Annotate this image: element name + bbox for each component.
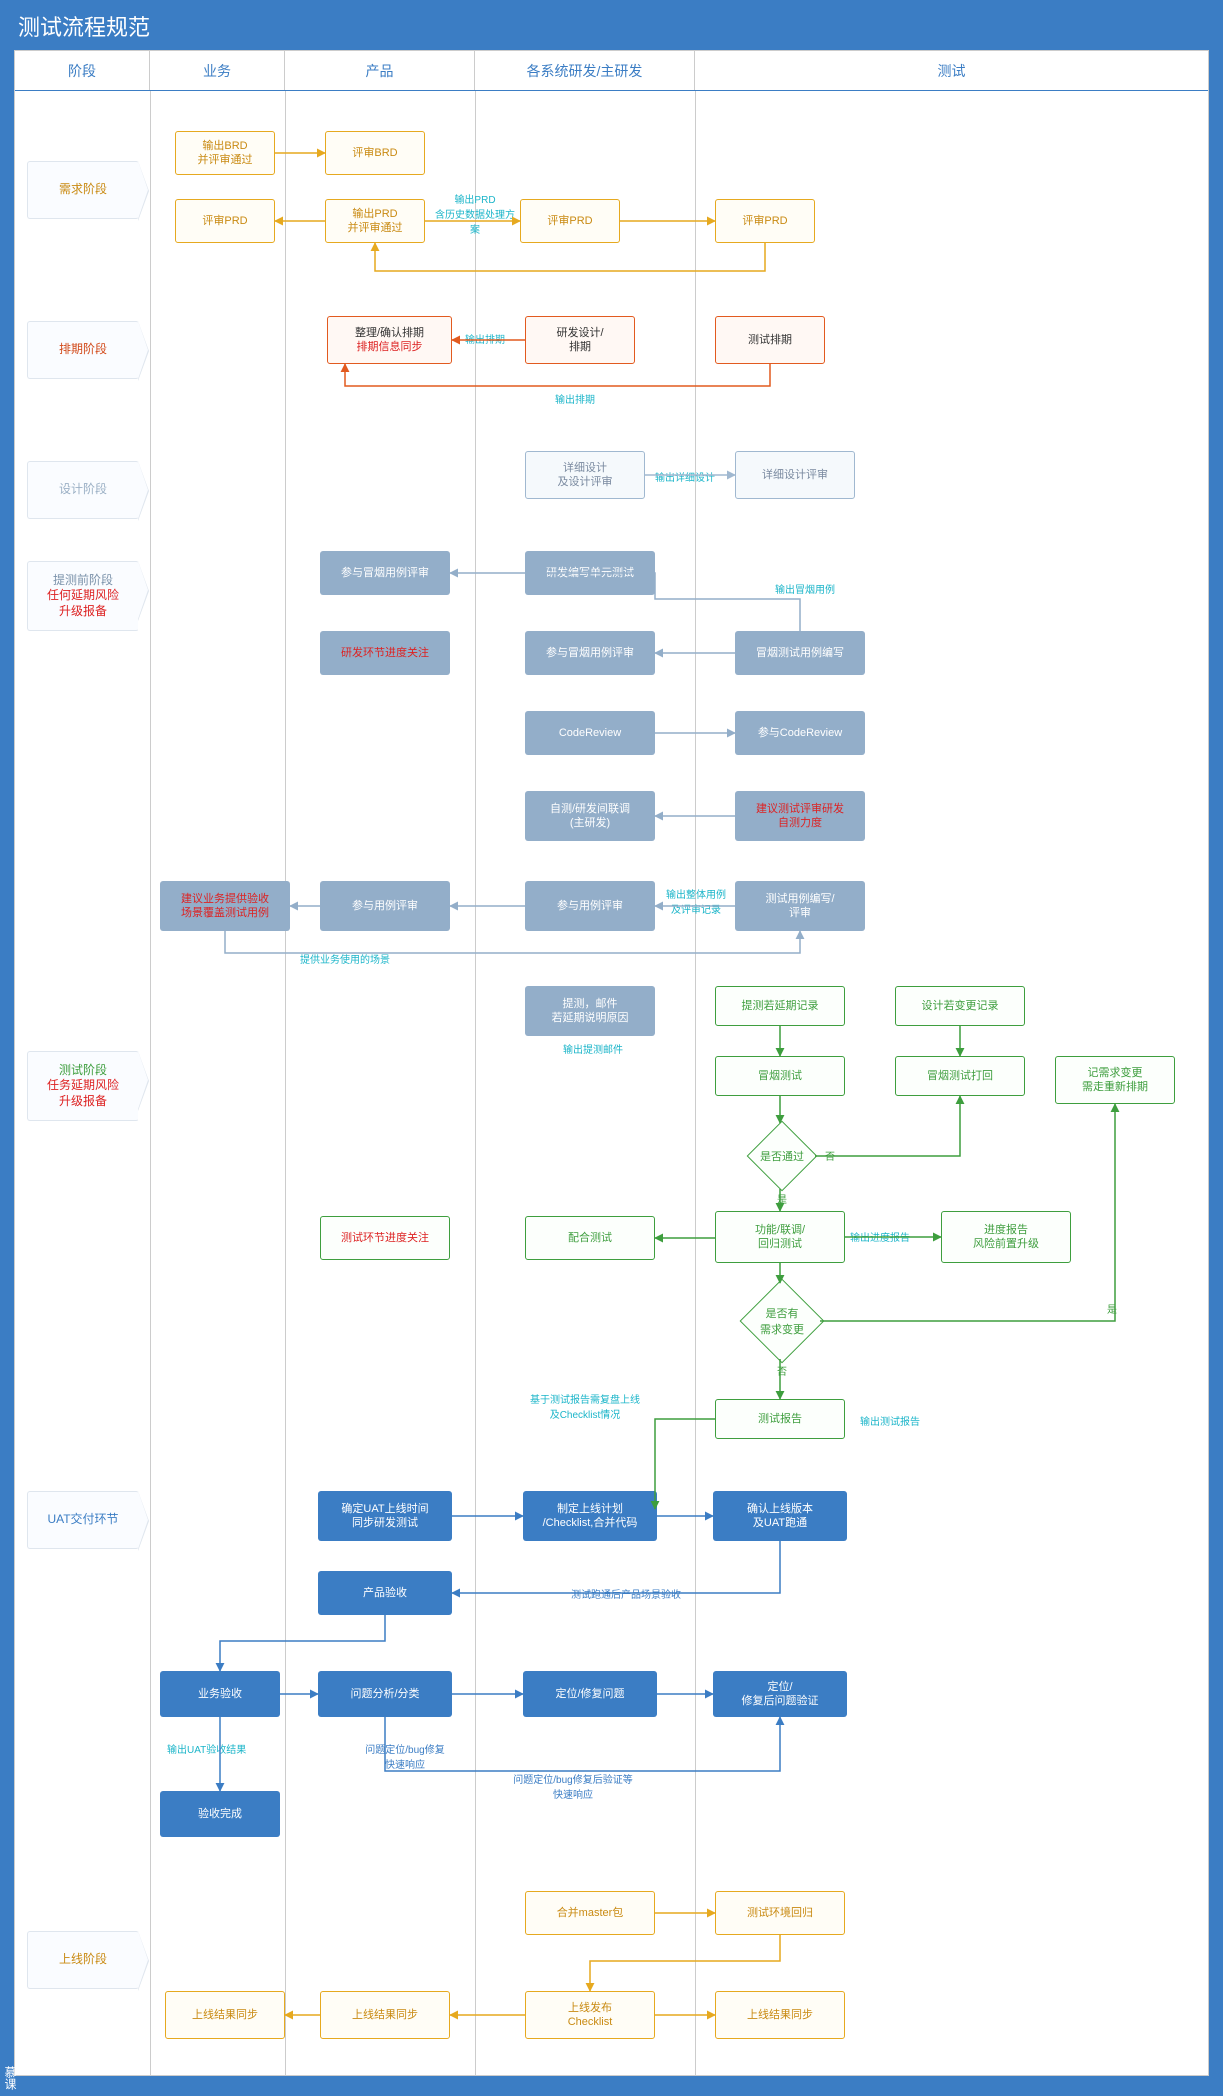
n-accept-done: 验收完成	[160, 1791, 280, 1837]
n-rprd-d: 评审PRD	[520, 199, 620, 243]
phase-design: 设计阶段	[27, 461, 139, 519]
n-selftest: 自测/研发间联调(主研发)	[525, 791, 655, 841]
l-design: 输出详细设计	[655, 469, 715, 484]
phase-test: 测试阶段任务延期风险升级报备	[27, 1051, 139, 1121]
n-crpart: 参与CodeReview	[735, 711, 865, 755]
l-basecheck: 基于测试报告需复盘上线及Checklist情况	[515, 1391, 655, 1421]
n-sched-confirm: 整理/确认排期排期信息同步	[327, 316, 452, 364]
phase-req: 需求阶段	[27, 161, 139, 219]
n-test-sched: 测试排期	[715, 316, 825, 364]
n-fix: 定位/修复问题	[523, 1671, 657, 1717]
l-yes: 是	[777, 1191, 787, 1206]
n-fixtest: 配合测试	[525, 1216, 655, 1260]
n-launch-ck: 上线发布Checklist	[525, 1991, 655, 2039]
col-test: 测试	[695, 51, 1208, 90]
col-dev: 各系统研发/主研发	[475, 51, 695, 90]
n-fixverify: 定位/修复后问题验证	[713, 1671, 847, 1717]
diagram-area: 阶段 业务 产品 各系统研发/主研发 测试 需求阶段 排期阶段 设计阶段 提测前…	[14, 50, 1209, 2076]
l-fixfast: 问题定位/bug修复快速响应	[345, 1741, 465, 1771]
n-issue: 问题分析/分类	[318, 1671, 452, 1717]
l-prd: 输出PRD含历史数据处理方案	[435, 191, 515, 236]
n-caserev1: 参与用例评审	[320, 881, 450, 931]
l-no: 否	[825, 1148, 835, 1163]
n-smokerev: 参与冒烟用例评审	[320, 551, 450, 595]
n-smoketest: 冒烟测试	[715, 1056, 845, 1096]
l-yes2: 是	[1107, 1301, 1117, 1316]
l-smoke: 输出冒烟用例	[775, 581, 835, 596]
l-report: 输出测试报告	[860, 1413, 920, 1428]
page-title: 测试流程规范	[18, 10, 150, 42]
d-chg: 是否有需求变更	[740, 1279, 825, 1364]
swimlanes-body: 需求阶段 排期阶段 设计阶段 提测前阶段任何延期风险升级报备 测试阶段任务延期风…	[15, 91, 1208, 2075]
l-no2: 否	[777, 1363, 787, 1378]
n-prd: 输出PRD并评审通过	[325, 199, 425, 243]
watermark: 慕课	[0, 2060, 21, 2096]
n-dev-focus: 研发环节进度关注	[320, 631, 450, 675]
n-sync1: 上线结果同步	[165, 1991, 285, 2039]
n-report: 测试报告	[715, 1399, 845, 1439]
l-sched1: 输出排期	[465, 331, 505, 346]
l-submit: 输出提测邮件	[563, 1041, 623, 1056]
n-caserev2: 参与用例评审	[525, 881, 655, 931]
d-pass: 是否通过	[747, 1121, 818, 1192]
l-case: 输出整体用例及评审记录	[660, 886, 732, 916]
n-sync2: 上线结果同步	[320, 1991, 450, 2039]
n-smokewrite: 冒烟测试用例编写	[735, 631, 865, 675]
n-smokerev2: 参与冒烟用例评审	[525, 631, 655, 675]
n-dev-sched: 研发设计/排期	[525, 316, 635, 364]
n-uat-time: 确定UAT上线时间同步研发测试	[318, 1491, 452, 1541]
n-casewrite: 测试用例编写/评审	[735, 881, 865, 931]
phase-launch: 上线阶段	[27, 1931, 139, 1989]
l-verifyfast: 问题定位/bug修复后验证等快速响应	[493, 1771, 653, 1801]
col-prod: 产品	[285, 51, 475, 90]
n-rprd-t: 评审PRD	[715, 199, 815, 243]
n-cr: CodeReview	[525, 711, 655, 755]
n-regress: 测试环境回归	[715, 1891, 845, 1935]
l-prog: 输出进度报告	[850, 1229, 910, 1244]
phase-uat: UAT交付环节	[27, 1491, 139, 1549]
n-functest: 功能/联调/回归测试	[715, 1211, 845, 1263]
n-sync3: 上线结果同步	[715, 1991, 845, 2039]
n-delay-rec: 提测若延期记录	[715, 986, 845, 1026]
n-rbrd: 评审BRD	[325, 131, 425, 175]
n-merge: 合并master包	[525, 1891, 655, 1935]
n-brd: 输出BRD并评审通过	[175, 131, 275, 175]
n-design-rev: 详细设计评审	[735, 451, 855, 499]
l-uatres: 输出UAT验收结果	[167, 1741, 246, 1756]
phase-sched: 排期阶段	[27, 321, 139, 379]
l-uatflow: 测试跑通后产品场景验收	[571, 1586, 681, 1601]
n-suggest-self: 建议测试评审研发自测力度	[735, 791, 865, 841]
n-rprd-b: 评审PRD	[175, 199, 275, 243]
n-biz-accept: 业务验收	[160, 1671, 280, 1717]
l-sched2: 输出排期	[555, 391, 595, 406]
n-test-focus: 测试环节进度关注	[320, 1216, 450, 1260]
n-progress: 进度报告风险前置升级	[941, 1211, 1071, 1263]
n-design-chg: 设计若变更记录	[895, 986, 1025, 1026]
n-unit: 研发编写单元测试	[525, 551, 655, 595]
phase-pretest: 提测前阶段任何延期风险升级报备	[27, 561, 139, 631]
n-design: 详细设计及设计评审	[525, 451, 645, 499]
n-prod-accept: 产品验收	[318, 1571, 452, 1615]
n-reqchg: 记需求变更需走重新排期	[1055, 1056, 1175, 1104]
swimlane-header: 阶段 业务 产品 各系统研发/主研发 测试	[15, 51, 1208, 91]
n-smokeback: 冒烟测试打回	[895, 1056, 1025, 1096]
n-bizcase: 建议业务提供验收场景覆盖测试用例	[160, 881, 290, 931]
l-bizcase: 提供业务使用的场景	[300, 951, 390, 966]
col-biz: 业务	[150, 51, 285, 90]
col-phase: 阶段	[15, 51, 150, 90]
n-uat-ver: 确认上线版本及UAT跑通	[713, 1491, 847, 1541]
n-submit: 提测，邮件若延期说明原因	[525, 986, 655, 1036]
n-uat-plan: 制定上线计划/Checklist,合并代码	[523, 1491, 657, 1541]
